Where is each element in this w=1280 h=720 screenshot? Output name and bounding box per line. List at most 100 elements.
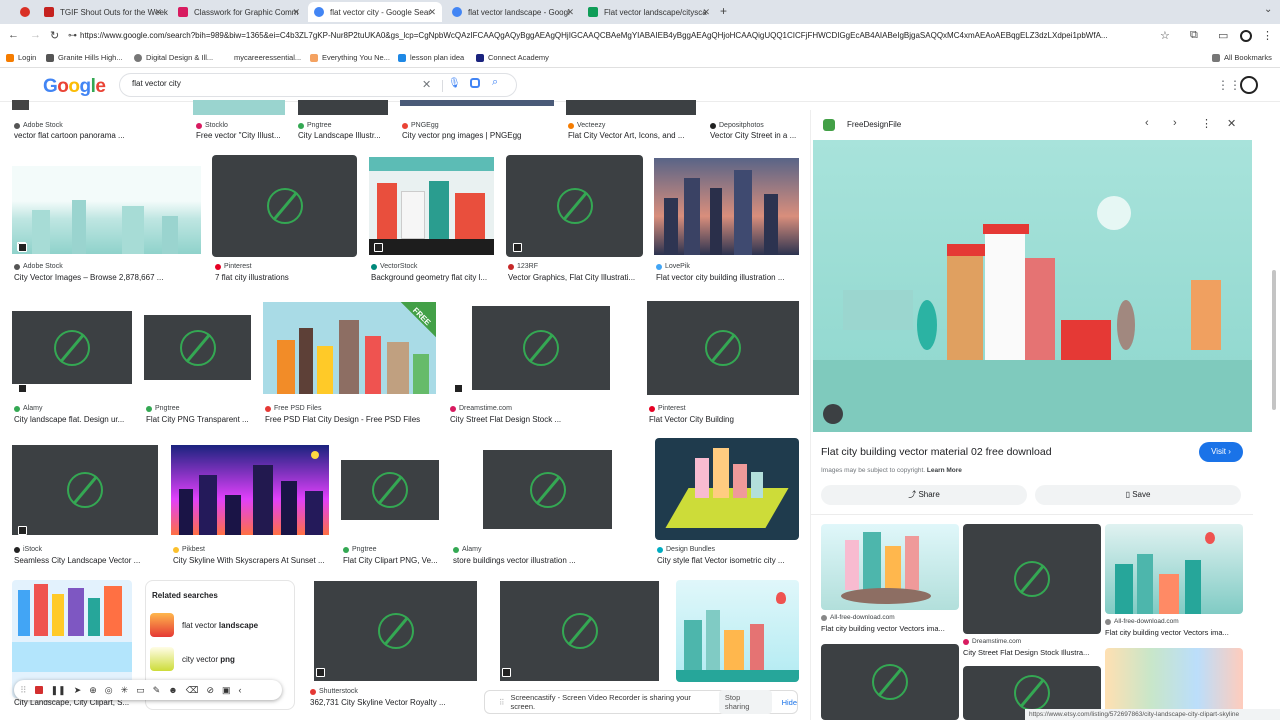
result-title[interactable]: Vector Graphics, Flat City Illustrati... xyxy=(508,273,635,282)
image-thumbnail[interactable] xyxy=(483,450,612,529)
image-thumbnail[interactable] xyxy=(314,581,477,681)
image-thumbnail[interactable] xyxy=(400,100,554,106)
result-title[interactable]: Vector City Street in a ... xyxy=(710,131,796,140)
image-thumbnail[interactable] xyxy=(647,301,799,395)
result-title[interactable]: Free PSD Flat City Design - Free PSD Fil… xyxy=(265,415,420,424)
result-title[interactable]: Background geometry flat city l... xyxy=(371,273,487,282)
click-highlight-icon[interactable]: ✳ xyxy=(121,685,129,696)
apps-grid-icon[interactable]: ⋮⋮ xyxy=(1217,78,1241,92)
bookmark-login[interactable]: Login xyxy=(6,53,36,62)
result-title[interactable]: City Street Flat Design Stock Illustra..… xyxy=(963,648,1101,657)
tab-flat-vector-city[interactable]: flat vector city - Google Sear ✕ xyxy=(308,2,442,22)
related-image[interactable] xyxy=(821,524,959,610)
result-title[interactable]: City Street Flat Design Stock ... xyxy=(450,415,561,424)
related-image[interactable] xyxy=(821,644,959,720)
stop-sharing-button[interactable]: Stop sharing xyxy=(718,690,772,714)
search-input[interactable] xyxy=(132,79,412,88)
profile-avatar[interactable] xyxy=(1240,30,1252,42)
cursor-icon[interactable]: ➤ xyxy=(74,685,82,696)
visit-button[interactable]: Visit › xyxy=(1199,442,1243,462)
result-title[interactable]: Flat city building vector Vectors ima... xyxy=(1105,628,1243,637)
next-icon[interactable]: › xyxy=(1173,117,1177,129)
share-button[interactable]: ⤴ Share xyxy=(821,485,1027,505)
result-title[interactable]: vector flat cartoon panorama ... xyxy=(14,131,125,140)
tab-pinned[interactable] xyxy=(14,2,34,22)
bookmark-lesson-plan[interactable]: lesson plan idea xyxy=(398,53,464,62)
result-title[interactable]: Flat City Vector Art, Icons, and ... xyxy=(568,131,685,140)
related-item-landscape[interactable]: flat vector landscape xyxy=(150,613,290,639)
result-title[interactable]: Flat City Clipart PNG, Ve... xyxy=(343,556,443,565)
image-thumbnail[interactable] xyxy=(212,155,357,257)
site-info-icon[interactable]: ⊶ xyxy=(68,30,77,41)
lens-icon[interactable] xyxy=(470,78,480,88)
spotlight-icon[interactable]: ◎ xyxy=(105,685,113,696)
image-thumbnail[interactable] xyxy=(12,166,201,254)
eraser-icon[interactable]: ⌫ xyxy=(186,685,199,696)
related-item-png[interactable]: city vector png xyxy=(150,647,290,673)
result-title[interactable]: City landscape flat. Design ur... xyxy=(14,415,124,424)
lens-search-icon[interactable] xyxy=(823,404,843,424)
tab-search-icon[interactable]: ⌄ xyxy=(1264,4,1272,15)
image-thumbnail[interactable] xyxy=(12,311,132,384)
face-icon[interactable]: ☻ xyxy=(168,685,177,695)
image-thumbnail[interactable] xyxy=(144,315,251,380)
scrollbar[interactable] xyxy=(1272,270,1276,410)
image-thumbnail[interactable] xyxy=(298,100,388,115)
image-thumbnail[interactable] xyxy=(341,460,439,520)
result-title[interactable]: City Landscape Illustr... xyxy=(298,131,381,140)
close-icon[interactable]: ✕ xyxy=(1227,117,1236,130)
close-icon[interactable]: ✕ xyxy=(292,7,300,18)
search-icon[interactable]: ⌕ xyxy=(492,76,498,89)
related-image[interactable] xyxy=(963,524,1101,634)
result-title[interactable]: store buildings vector illustration ... xyxy=(453,556,576,565)
prev-icon[interactable]: ‹ xyxy=(1145,117,1149,129)
save-button[interactable]: ▯ Save xyxy=(1035,485,1241,505)
drag-handle-icon[interactable]: ⠿ xyxy=(499,698,505,707)
close-icon[interactable]: ✕ xyxy=(428,7,436,18)
learn-more-link[interactable]: Learn More xyxy=(927,467,962,474)
result-title[interactable]: Flat Vector City Building xyxy=(649,415,734,424)
image-thumbnail[interactable] xyxy=(655,438,799,540)
forward-icon[interactable]: → xyxy=(30,29,41,41)
result-title[interactable]: City vector png images | PNGEgg xyxy=(402,131,521,140)
close-icon[interactable]: ✕ xyxy=(566,7,574,18)
new-tab-button[interactable]: + xyxy=(720,4,727,18)
bookmark-everything[interactable]: Everything You Ne... xyxy=(310,53,390,62)
result-title[interactable]: 362,731 City Skyline Vector Royalty ... xyxy=(310,698,446,707)
reload-icon[interactable]: ↻ xyxy=(50,29,59,42)
result-title[interactable]: Flat city building vector Vectors ima... xyxy=(821,624,959,633)
image-thumbnail[interactable] xyxy=(12,100,29,110)
stop-record-icon[interactable] xyxy=(34,686,43,694)
back-icon[interactable]: ← xyxy=(8,29,19,41)
result-title[interactable]: City Skyline With Skyscrapers At Sunset … xyxy=(173,556,325,565)
drag-handle-icon[interactable]: ⠿ xyxy=(20,685,27,696)
image-thumbnail[interactable] xyxy=(676,580,799,682)
close-icon[interactable]: ✕ xyxy=(702,7,710,18)
address-bar[interactable]: https://www.google.com/search?bih=989&bi… xyxy=(80,28,1180,44)
camera-icon[interactable]: ▣ xyxy=(222,685,231,696)
image-thumbnail[interactable] xyxy=(506,155,643,257)
bookmark-digital-design[interactable]: Digital Design & Ill... xyxy=(134,53,213,62)
crop-icon[interactable]: ▭ xyxy=(136,685,145,696)
zoom-icon[interactable]: ⊕ xyxy=(89,685,97,696)
panel-source[interactable]: FreeDesignFile xyxy=(847,120,901,129)
result-title[interactable]: Free vector "City Illust... xyxy=(196,131,281,140)
result-title[interactable]: Seamless City Landscape Vector ... xyxy=(14,556,140,565)
clear-icon[interactable]: ✕ xyxy=(422,78,431,91)
preview-image[interactable] xyxy=(813,140,1252,432)
image-thumbnail[interactable] xyxy=(500,581,659,681)
result-title[interactable]: 7 flat city illustrations xyxy=(215,273,289,282)
image-thumbnail[interactable] xyxy=(654,158,799,255)
bookmark-mycareer[interactable]: mycareeressential... xyxy=(234,53,301,62)
result-title[interactable]: Flat City PNG Transparent ... xyxy=(146,415,249,424)
image-thumbnail[interactable] xyxy=(369,157,494,255)
panel-title[interactable]: Flat city building vector material 02 fr… xyxy=(821,446,1052,458)
menu-dots-icon[interactable]: ⋮ xyxy=(1262,29,1273,42)
hide-button[interactable]: Hide xyxy=(782,698,797,707)
all-bookmarks[interactable]: All Bookmarks xyxy=(1212,53,1272,62)
result-title[interactable]: City style flat Vector isometric city ..… xyxy=(657,556,785,565)
image-thumbnail[interactable] xyxy=(171,445,329,535)
bookmark-granite[interactable]: Granite Hills High... xyxy=(46,53,123,62)
tab-drive[interactable]: Flat vector landscape/citysca ✕ xyxy=(582,2,716,22)
tab-tgif[interactable]: TGIF Shout Outs for the Week ✕ xyxy=(38,2,168,22)
